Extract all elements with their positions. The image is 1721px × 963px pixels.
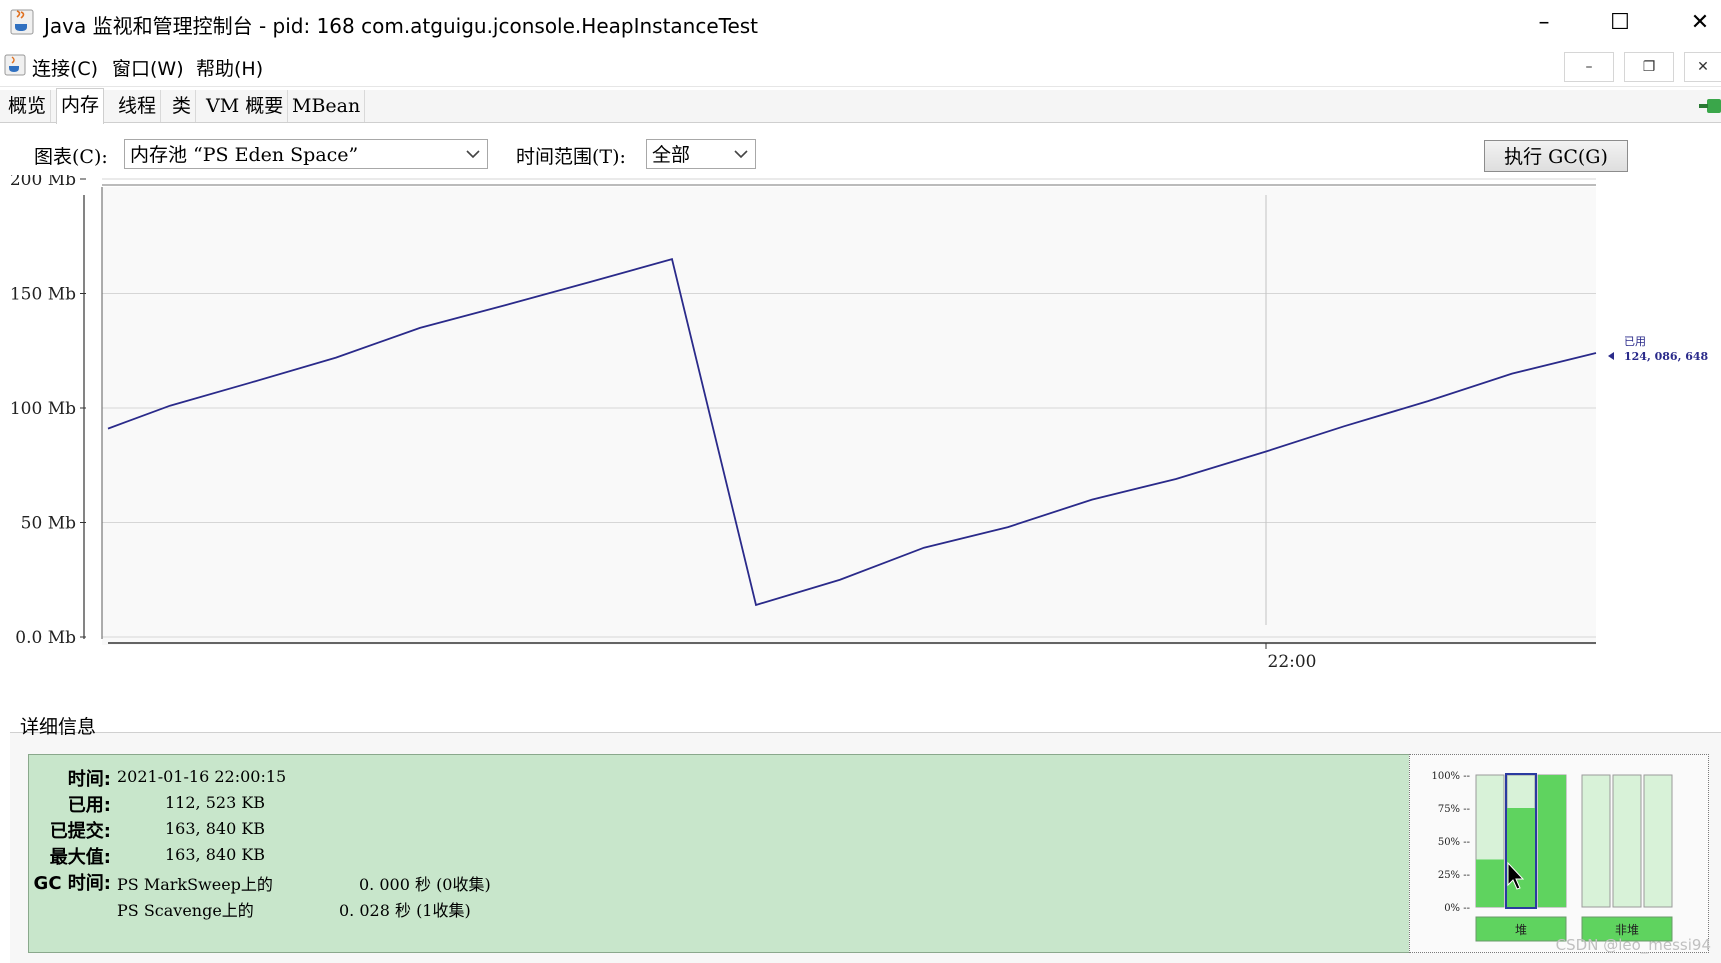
time-range-value: 全部 xyxy=(652,144,691,166)
gc1-name: PS MarkSweep上的 xyxy=(117,875,273,894)
close-button[interactable]: ✕ xyxy=(1680,8,1720,38)
chart-selector-label: 图表(C): xyxy=(34,146,108,168)
memory-gauge-panel: 100% -- 75% -- 50% -- 25% -- 0% -- 堆 非堆 xyxy=(1409,754,1709,953)
y-tick-label: 50 Mb xyxy=(21,514,76,534)
y-tick-label: 200 Mb xyxy=(10,175,76,190)
tab-overview[interactable]: 概览 xyxy=(4,90,52,122)
time-value: 2021-01-16 22:00:15 xyxy=(117,767,287,786)
y-tick-label: 100 Mb xyxy=(10,399,76,419)
details-title: 详细信息 xyxy=(20,716,97,738)
title-bar: Java 监视和管理控制台 - pid: 168 com.atguigu.jco… xyxy=(0,0,1721,46)
max-value: 163, 840 KB xyxy=(165,845,266,864)
menu-bar: 连接(C) 窗口(W) 帮助(H) xyxy=(0,46,1721,87)
menu-window[interactable]: 窗口(W) xyxy=(112,54,184,81)
memory-gauges: 100% -- 75% -- 50% -- 25% -- 0% -- 堆 非堆 xyxy=(1431,771,1673,942)
annotation-label: 已用 xyxy=(1624,335,1646,348)
gc-time-label: GC 时间: xyxy=(33,873,111,894)
heap-bar-0-fill xyxy=(1476,859,1504,907)
memory-chart: 200 Mb 150 Mb 100 Mb 50 Mb 0.0 Mb 22:00 已用 124,… xyxy=(10,175,1709,672)
inner-minimize-button[interactable]: – xyxy=(1564,52,1614,82)
inner-restore-button[interactable]: ❐ xyxy=(1624,52,1674,82)
tab-memory[interactable]: 内存 xyxy=(56,88,105,124)
java-small-icon xyxy=(4,54,26,76)
committed-value: 163, 840 KB xyxy=(165,819,266,838)
chevron-down-icon xyxy=(466,150,480,159)
chart-selector-dropdown[interactable]: 内存池 “PS Eden Space” xyxy=(124,139,488,169)
gauge-tick-label: 75% -- xyxy=(1438,804,1470,815)
nonheap-bar-2-track xyxy=(1643,774,1673,908)
perform-gc-button[interactable]: 执行 GC(G) xyxy=(1484,140,1628,172)
details-panel: 时间: 2021-01-16 22:00:15 已用: 112, 523 KB … xyxy=(28,754,1410,953)
inner-close-button[interactable]: ✕ xyxy=(1684,52,1721,82)
y-tick-label: 0.0 Mb xyxy=(15,628,76,648)
used-value: 112, 523 KB xyxy=(165,793,266,812)
minimize-button[interactable]: – xyxy=(1524,8,1564,38)
used-label: 已用: xyxy=(67,795,111,816)
annotation-value: 124, 086, 648 xyxy=(1624,350,1709,363)
gc2-value: 0. 028 秒 (1收集) xyxy=(339,901,471,920)
time-range-label: 时间范围(T): xyxy=(516,146,626,168)
x-tick-label: 22:00 xyxy=(1268,652,1317,672)
chart-selector-value: 内存池 “PS Eden Space” xyxy=(130,144,359,166)
heap-bar-1-fill xyxy=(1507,808,1535,907)
max-label: 最大值: xyxy=(49,847,111,868)
gc2-name: PS Scavenge上的 xyxy=(117,901,254,920)
window-title: Java 监视和管理控制台 - pid: 168 com.atguigu.jco… xyxy=(44,14,759,38)
time-range-dropdown[interactable]: 全部 xyxy=(646,139,756,169)
tab-threads[interactable]: 线程 xyxy=(114,90,162,122)
current-value-marker xyxy=(1608,352,1614,361)
menu-help[interactable]: 帮助(H) xyxy=(196,54,263,81)
nonheap-label: 非堆 xyxy=(1615,923,1639,937)
gauge-tick-label: 50% -- xyxy=(1438,837,1470,848)
gc1-value: 0. 000 秒 (0收集) xyxy=(359,875,491,894)
tab-strip: 概览 内存 线程 类 VM 概要 MBean xyxy=(0,88,1721,124)
heap-bar-2-fill xyxy=(1538,775,1566,907)
y-tick-label: 150 Mb xyxy=(10,285,76,305)
heap-label: 堆 xyxy=(1515,923,1527,937)
connection-plug-icon xyxy=(1699,99,1721,113)
tab-mbean[interactable]: MBean xyxy=(288,90,366,122)
gauge-tick-label: 0% -- xyxy=(1444,903,1470,914)
tab-classes[interactable]: 类 xyxy=(168,90,197,122)
watermark: CSDN @leo_messi94 xyxy=(1555,936,1711,954)
time-label: 时间: xyxy=(67,769,111,790)
nonheap-bar-0-track xyxy=(1581,774,1611,908)
tab-vm-summary[interactable]: VM 概要 xyxy=(202,90,289,122)
menu-connection[interactable]: 连接(C) xyxy=(32,54,98,81)
nonheap-bar-1-track xyxy=(1612,774,1642,908)
java-app-icon xyxy=(10,9,34,35)
chevron-down-icon xyxy=(734,150,748,159)
committed-label: 已提交: xyxy=(49,821,111,842)
maximize-button[interactable]: ☐ xyxy=(1600,8,1640,38)
gauge-tick-label: 100% -- xyxy=(1431,771,1470,782)
gauge-tick-label: 25% -- xyxy=(1438,870,1470,881)
